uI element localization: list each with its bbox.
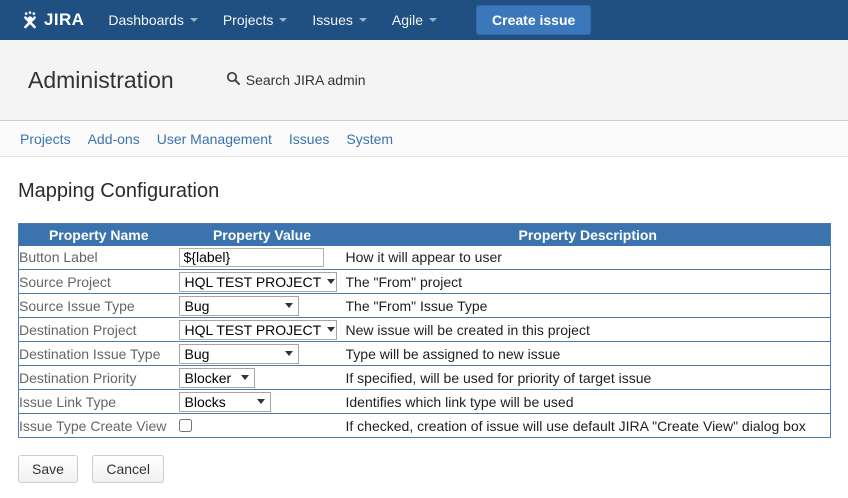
chevron-down-icon [429, 18, 437, 22]
column-header-property-value: Property Value [179, 224, 346, 246]
select-arrow-icon [285, 351, 293, 356]
table-row: Button Label How it will appear to user [19, 246, 831, 270]
create-issue-button[interactable]: Create issue [476, 5, 591, 35]
search-icon [226, 71, 240, 90]
admin-search[interactable]: Search JIRA admin [226, 71, 366, 90]
property-description-cell: How it will appear to user [346, 246, 831, 270]
select-value: Bug [185, 298, 210, 314]
issue-type-create-view-checkbox[interactable] [179, 419, 192, 432]
chevron-down-icon [190, 18, 198, 22]
property-value-cell [179, 414, 346, 438]
property-description-cell: The "From" Issue Type [346, 294, 831, 318]
button-label-input[interactable] [179, 248, 324, 267]
select-arrow-icon [257, 399, 265, 404]
property-name-cell: Source Issue Type [19, 294, 179, 318]
property-value-cell: Bug [179, 342, 346, 366]
admin-nav-user-management[interactable]: User Management [157, 131, 272, 147]
nav-item-issues[interactable]: Issues [312, 12, 366, 28]
column-header-property-name: Property Name [19, 224, 179, 246]
source-issue-type-select[interactable]: Bug [179, 296, 299, 316]
destination-project-select[interactable]: HQL TEST PROJECT [179, 320, 337, 340]
nav-item-projects[interactable]: Projects [223, 12, 288, 28]
select-value: HQL TEST PROJECT [185, 322, 322, 338]
section-heading: Mapping Configuration [18, 180, 848, 203]
top-nav-bar: JIRA Dashboards Projects Issues Agile Cr… [0, 0, 848, 40]
property-description-cell: New issue will be created in this projec… [346, 318, 831, 342]
property-value-cell: Blocks [179, 390, 346, 414]
nav-item-label: Agile [392, 12, 423, 28]
jira-logo-icon [21, 11, 39, 29]
jira-logo[interactable]: JIRA [21, 10, 84, 30]
admin-header: Administration Search JIRA admin [0, 40, 848, 121]
source-project-select[interactable]: HQL TEST PROJECT [179, 272, 337, 292]
admin-nav-projects[interactable]: Projects [20, 131, 71, 147]
property-description-cell: If specified, will be used for priority … [346, 366, 831, 390]
property-description-cell: The "From" project [346, 270, 831, 294]
select-arrow-icon [285, 303, 293, 308]
table-row: Destination Project HQL TEST PROJECT New… [19, 318, 831, 342]
issue-link-type-select[interactable]: Blocks [179, 392, 271, 412]
admin-search-label: Search JIRA admin [246, 72, 366, 88]
admin-nav-system[interactable]: System [346, 131, 393, 147]
property-name-cell: Destination Issue Type [19, 342, 179, 366]
table-row: Source Issue Type Bug The "From" Issue T… [19, 294, 831, 318]
admin-nav-issues[interactable]: Issues [289, 131, 329, 147]
table-row: Destination Issue Type Bug Type will be … [19, 342, 831, 366]
property-value-cell: Blocker [179, 366, 346, 390]
property-name-cell: Destination Priority [19, 366, 179, 390]
jira-logo-text: JIRA [44, 10, 84, 30]
table-header-row: Property Name Property Value Property De… [19, 224, 831, 246]
property-value-cell [179, 246, 346, 270]
table-row: Issue Link Type Blocks Identifies which … [19, 390, 831, 414]
form-actions: Save Cancel [18, 455, 848, 483]
chevron-down-icon [279, 18, 287, 22]
property-description-cell: Type will be assigned to new issue [346, 342, 831, 366]
select-value: Blocker [185, 370, 232, 386]
destination-priority-select[interactable]: Blocker [179, 368, 255, 388]
property-name-cell: Source Project [19, 270, 179, 294]
chevron-down-icon [359, 18, 367, 22]
select-arrow-icon [327, 327, 335, 332]
property-value-cell: Bug [179, 294, 346, 318]
table-row: Source Project HQL TEST PROJECT The "Fro… [19, 270, 831, 294]
mapping-configuration-table: Property Name Property Value Property De… [18, 223, 831, 438]
property-name-cell: Button Label [19, 246, 179, 270]
table-row: Destination Priority Blocker If specifie… [19, 366, 831, 390]
table-row: Issue Type Create View If checked, creat… [19, 414, 831, 438]
admin-sub-nav: Projects Add-ons User Management Issues … [0, 121, 848, 157]
property-value-cell: HQL TEST PROJECT [179, 270, 346, 294]
admin-nav-addons[interactable]: Add-ons [88, 131, 140, 147]
destination-issue-type-select[interactable]: Bug [179, 344, 299, 364]
property-description-cell: If checked, creation of issue will use d… [346, 414, 831, 438]
nav-item-agile[interactable]: Agile [392, 12, 437, 28]
nav-item-dashboards[interactable]: Dashboards [108, 12, 198, 28]
select-value: HQL TEST PROJECT [185, 274, 322, 290]
page-title: Administration [28, 67, 174, 94]
select-value: Blocks [185, 394, 226, 410]
cancel-button[interactable]: Cancel [92, 455, 164, 483]
nav-item-label: Dashboards [108, 12, 184, 28]
nav-item-label: Issues [312, 12, 352, 28]
select-value: Bug [185, 346, 210, 362]
column-header-property-description: Property Description [346, 224, 831, 246]
property-value-cell: HQL TEST PROJECT [179, 318, 346, 342]
property-name-cell: Issue Link Type [19, 390, 179, 414]
save-button[interactable]: Save [18, 455, 78, 483]
select-arrow-icon [327, 279, 335, 284]
select-arrow-icon [241, 375, 249, 380]
property-description-cell: Identifies which link type will be used [346, 390, 831, 414]
property-name-cell: Destination Project [19, 318, 179, 342]
property-name-cell: Issue Type Create View [19, 414, 179, 438]
nav-item-label: Projects [223, 12, 274, 28]
